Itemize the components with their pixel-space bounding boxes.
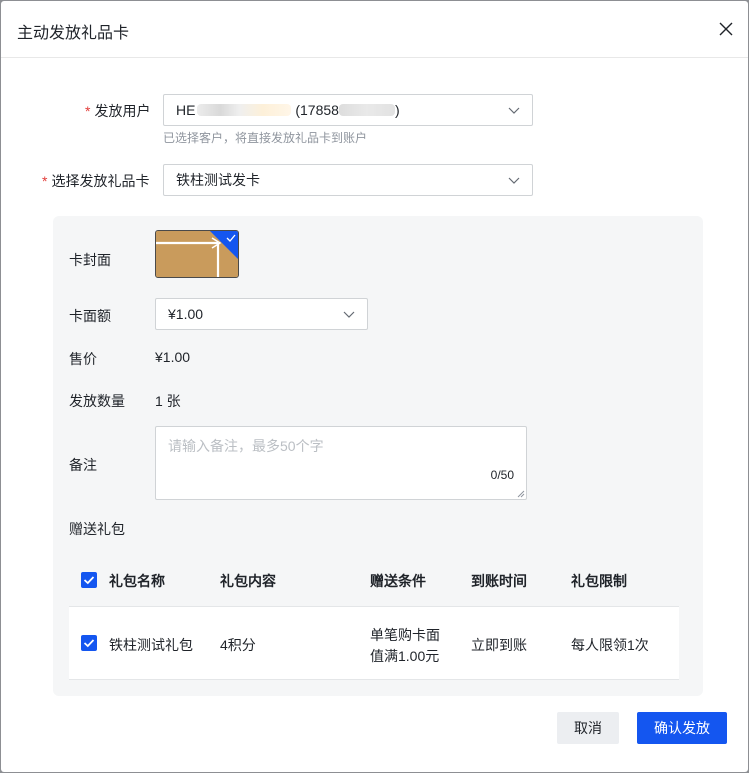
quantity-value: 1 张	[155, 393, 181, 409]
gift-content: 4积分	[220, 637, 256, 653]
table-header: 礼包名称 礼包内容 赠送条件 到账时间 礼包限制	[69, 552, 679, 607]
cover-label: 卡封面	[69, 252, 111, 268]
gift-condition-line2: 值满1.00元	[370, 648, 440, 664]
chevron-down-icon	[508, 177, 520, 184]
confirm-issue-button[interactable]: 确认发放	[637, 712, 727, 744]
user-name-text: HE	[176, 102, 196, 118]
row-checkbox[interactable]	[81, 635, 97, 651]
card-cover-option[interactable]	[155, 230, 239, 278]
remark-placeholder: 请输入备注，最多50个字	[168, 438, 324, 454]
table-row: 铁柱测试礼包 4积分 单笔购卡面 值满1.00元 立即到账 每人限领1次	[69, 607, 679, 680]
required-mark: *	[42, 173, 48, 189]
card-select-value: 铁柱测试发卡	[176, 172, 260, 188]
dialog-title: 主动发放礼品卡	[17, 25, 130, 42]
chevron-down-icon	[343, 311, 355, 318]
chevron-down-icon	[508, 107, 520, 114]
cancel-button[interactable]: 取消	[557, 712, 619, 744]
remark-textarea[interactable]: 请输入备注，最多50个字 0/50	[155, 426, 527, 500]
gift-pack-table: 礼包名称 礼包内容 赠送条件 到账时间 礼包限制 铁柱测试礼包 4积分 单笔购卡…	[69, 552, 679, 680]
user-select[interactable]: HE (17858)	[163, 94, 533, 126]
face-value-select[interactable]: ¥1.00	[155, 298, 368, 330]
select-all-checkbox[interactable]	[81, 572, 97, 588]
card-field-label: * 选择发放礼品卡	[42, 173, 150, 189]
card-cover-image	[156, 231, 238, 277]
remark-char-count: 0/50	[490, 468, 514, 482]
card-select[interactable]: 铁柱测试发卡	[163, 164, 533, 196]
close-icon[interactable]	[718, 21, 734, 37]
user-field-label: * 发放用户	[85, 103, 151, 119]
user-hint: 已选择客户，将直接发放礼品卡到账户	[163, 131, 368, 145]
gift-arrival: 立即到账	[471, 637, 527, 653]
quantity-label: 发放数量	[69, 393, 125, 409]
col-header-arrival: 到账时间	[471, 573, 527, 589]
col-header-condition: 赠送条件	[370, 573, 426, 589]
user-phone-text: (17858	[295, 102, 339, 118]
dialog-header: 主动发放礼品卡	[1, 1, 748, 58]
resize-handle-icon[interactable]	[517, 490, 525, 498]
card-detail-panel: 卡封面 卡面额 ¥1.00 售价 ¥1.00 发放数量 1 张 备注 请输入备注…	[53, 216, 703, 696]
gift-pack-label: 赠送礼包	[69, 521, 125, 537]
col-header-name: 礼包名称	[109, 573, 165, 589]
check-icon	[83, 576, 95, 585]
remark-label: 备注	[69, 457, 97, 473]
price-label: 售价	[69, 351, 97, 367]
gift-limit: 每人限领1次	[571, 637, 649, 653]
face-value-label: 卡面额	[69, 308, 111, 324]
gift-condition-line1: 单笔购卡面	[370, 627, 440, 643]
gift-card-dialog: 主动发放礼品卡 * 发放用户 HE (17858) 已选择客户，将直接发放礼品卡到…	[1, 1, 748, 772]
check-icon	[83, 639, 95, 648]
redacted-phone	[338, 104, 395, 116]
col-header-content: 礼包内容	[220, 573, 276, 589]
price-value: ¥1.00	[155, 349, 191, 365]
col-header-limit: 礼包限制	[571, 573, 627, 589]
redacted-name	[197, 104, 292, 116]
face-value-text: ¥1.00	[168, 306, 204, 322]
gift-name: 铁柱测试礼包	[109, 637, 193, 653]
required-mark: *	[85, 103, 91, 119]
